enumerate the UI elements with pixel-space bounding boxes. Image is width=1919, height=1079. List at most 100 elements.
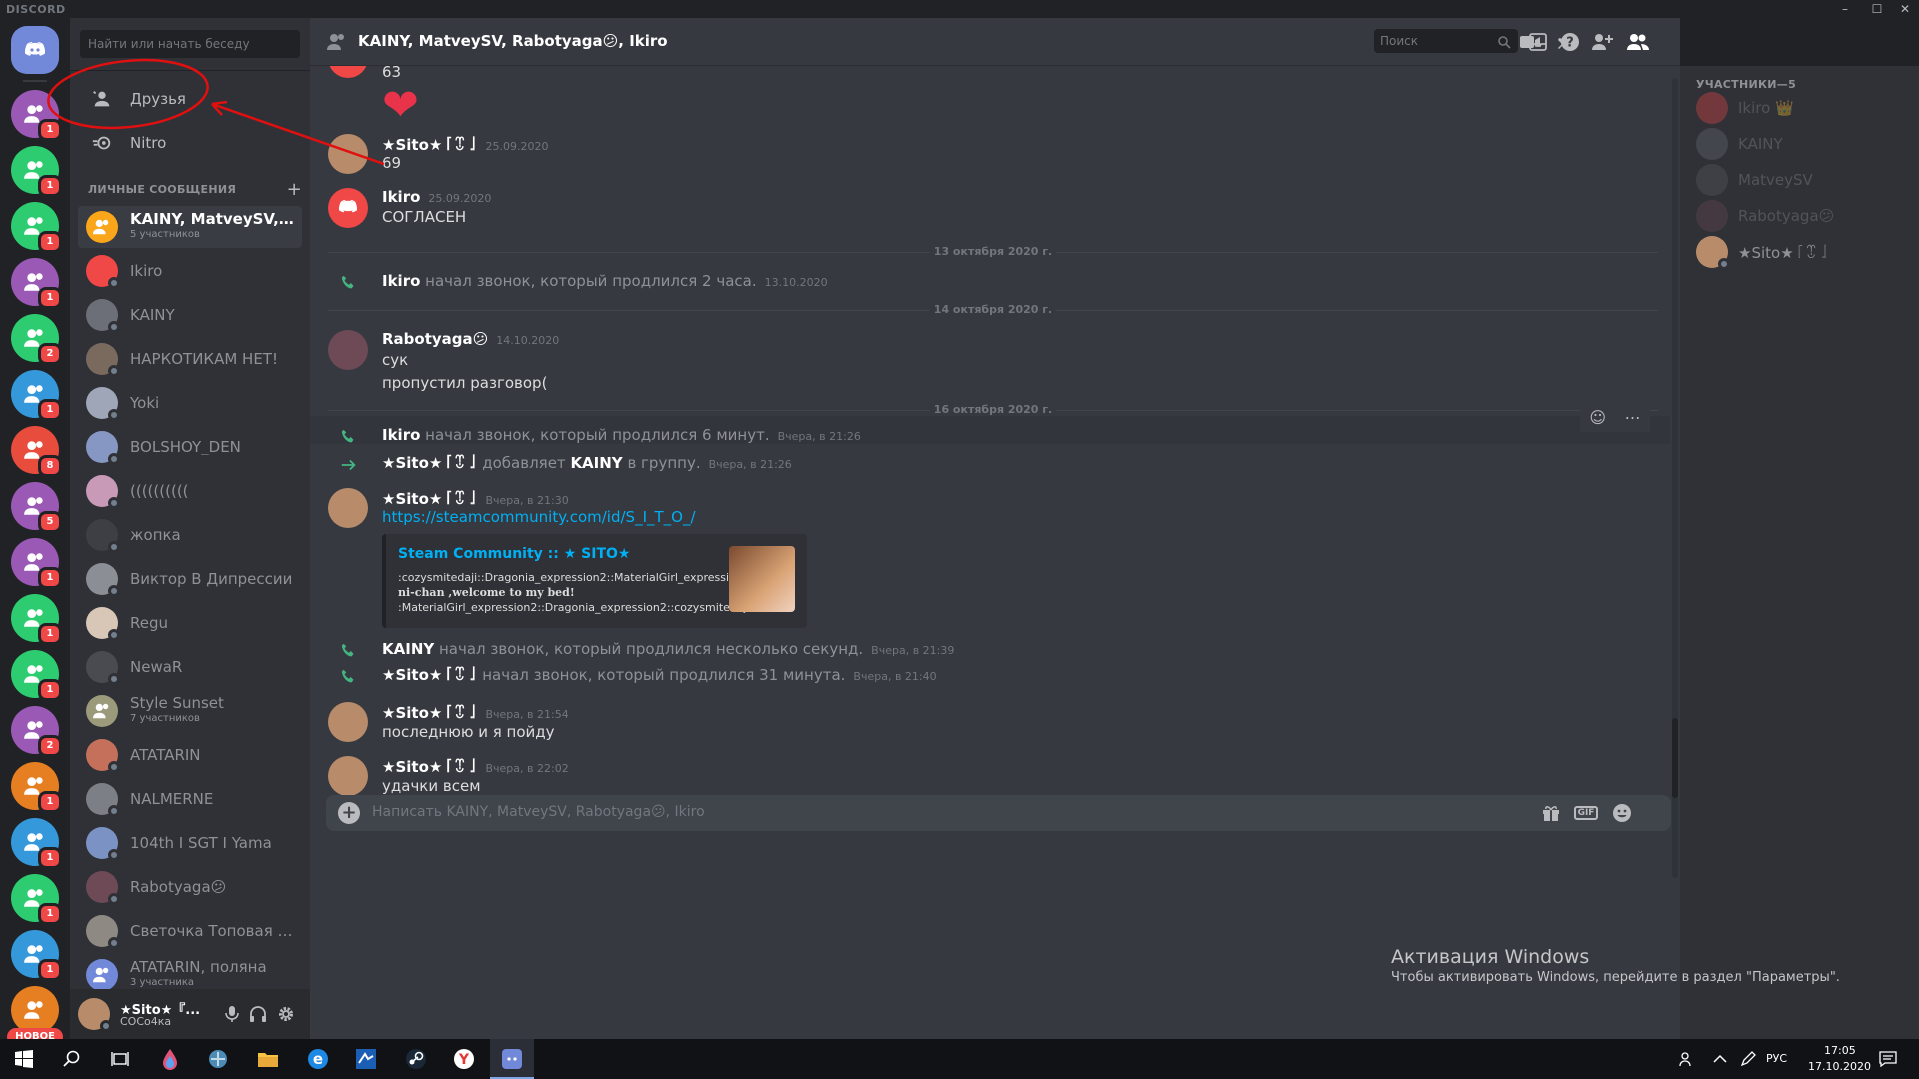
clock-time[interactable]: 17:05: [1824, 1044, 1856, 1057]
chevron-up-icon[interactable]: [1708, 1047, 1732, 1071]
message-author[interactable]: ★Sito★『ꀪ』 25.09.2020: [382, 134, 548, 154]
dm-item[interactable]: 104th I SGT I Yama: [78, 822, 302, 864]
input-language[interactable]: РУС: [1766, 1052, 1787, 1065]
message-avatar[interactable]: [328, 66, 368, 78]
settings-gear-icon[interactable]: [276, 1004, 296, 1024]
message-avatar[interactable]: [328, 488, 368, 528]
server-icon[interactable]: 2: [11, 706, 62, 757]
windows-start-icon[interactable]: [12, 1047, 36, 1071]
server-icon[interactable]: 8: [11, 426, 62, 477]
dm-item[interactable]: Ikiro: [78, 250, 302, 292]
member-list-icon[interactable]: [1626, 30, 1650, 54]
server-icon[interactable]: 1: [11, 594, 62, 645]
message-author[interactable]: ★Sito★『ꀪ』 Вчера, в 21:30: [382, 488, 569, 508]
message-composer[interactable]: + Написать KAINY, MatveySV, Rabotyaga😕, …: [326, 795, 1671, 831]
new-badge[interactable]: НОВОЕ: [7, 1028, 63, 1039]
server-icon[interactable]: 2: [11, 314, 62, 365]
server-icon[interactable]: 1: [11, 370, 62, 421]
message-avatar[interactable]: [328, 188, 368, 228]
store-app-icon[interactable]: [354, 1047, 378, 1071]
dm-item[interactable]: KAINY: [78, 294, 302, 336]
server-icon[interactable]: 1: [11, 930, 62, 981]
member-item[interactable]: Rabotyaga😕: [1688, 196, 1912, 236]
clock-date[interactable]: 17.10.2020: [1808, 1060, 1871, 1073]
dm-item[interactable]: ATATARIN: [78, 734, 302, 776]
close-button[interactable]: ✕: [1891, 0, 1919, 18]
message-avatar[interactable]: [328, 330, 368, 370]
server-icon[interactable]: 1: [11, 202, 62, 253]
server-icon[interactable]: 1: [11, 146, 62, 197]
gif-button[interactable]: GIF: [1573, 801, 1599, 825]
message-author[interactable]: Rabotyaga😕 14.10.2020: [382, 330, 559, 348]
microphone-icon[interactable]: [222, 1004, 242, 1024]
minimize-button[interactable]: –: [1831, 0, 1859, 18]
headphones-icon[interactable]: [248, 1004, 268, 1024]
dm-item[interactable]: Виктор В Дипрессии: [78, 558, 302, 600]
member-item[interactable]: ★Sito★『ꀪ』: [1688, 232, 1912, 272]
pen-icon[interactable]: [1736, 1047, 1760, 1071]
discord-taskbar-icon[interactable]: [500, 1047, 524, 1071]
help-icon[interactable]: ?: [1558, 30, 1582, 54]
dm-item[interactable]: Regu: [78, 602, 302, 644]
dm-item[interactable]: Yoki: [78, 382, 302, 424]
nav-friends[interactable]: Друзья: [78, 78, 302, 120]
inbox-icon[interactable]: [1526, 30, 1550, 54]
message-avatar[interactable]: [328, 756, 368, 796]
maximize-button[interactable]: ☐: [1863, 0, 1891, 18]
paint-3d-icon[interactable]: [158, 1047, 182, 1071]
yandex-browser-icon[interactable]: Y: [452, 1047, 476, 1071]
message-avatar[interactable]: [328, 702, 368, 742]
message-author[interactable]: Ikiro 25.09.2020: [382, 188, 491, 206]
header-search-input[interactable]: Поиск: [1374, 29, 1518, 53]
server-icon[interactable]: 1: [11, 874, 62, 925]
add-reaction-icon[interactable]: ☺: [1589, 408, 1606, 427]
dm-item[interactable]: KAINY, MatveySV, R... 5 участников: [78, 206, 302, 248]
message-link[interactable]: https://steamcommunity.com/id/S_I_T_O_/: [382, 508, 696, 526]
more-options-icon[interactable]: ⋯: [1625, 408, 1641, 427]
member-item[interactable]: Ikiro 👑: [1688, 88, 1912, 128]
user-avatar[interactable]: [78, 998, 112, 1032]
embed-title[interactable]: Steam Community :: ★ SITO★: [398, 546, 630, 562]
server-icon[interactable]: 1: [11, 818, 62, 869]
server-icon[interactable]: 1: [11, 258, 62, 309]
dm-item[interactable]: Style Sunset 7 участников: [78, 690, 302, 732]
upload-plus-icon[interactable]: +: [338, 802, 360, 824]
dm-item[interactable]: NALMERNE: [78, 778, 302, 820]
message-avatar[interactable]: [328, 134, 368, 174]
dm-item[interactable]: BOLSHOY_DEN: [78, 426, 302, 468]
dm-item[interactable]: ((((((((((: [78, 470, 302, 512]
server-icon[interactable]: [11, 986, 59, 1034]
dm-search-input[interactable]: Найти или начать беседу: [80, 30, 300, 58]
message-author[interactable]: ★Sito★『ꀪ』 Вчера, в 21:54: [382, 702, 569, 722]
dm-item[interactable]: Светочка Топовая Т...: [78, 910, 302, 952]
nav-nitro[interactable]: Nitro: [78, 122, 302, 164]
scrollbar-thumb[interactable]: [1672, 718, 1678, 798]
dm-item[interactable]: NewaR: [78, 646, 302, 688]
server-icon[interactable]: 1: [11, 762, 62, 813]
home-button[interactable]: [11, 26, 59, 74]
add-friend-icon[interactable]: [1590, 30, 1614, 54]
dm-item[interactable]: жопка: [78, 514, 302, 556]
emoji-icon[interactable]: [1610, 801, 1634, 825]
gift-icon[interactable]: [1539, 801, 1563, 825]
dm-item[interactable]: НАРКОТИКАМ НЕТ!: [78, 338, 302, 380]
task-view-icon[interactable]: [108, 1047, 132, 1071]
dm-item[interactable]: Rabotyaga😕: [78, 866, 302, 908]
message-author[interactable]: ★Sito★『ꀪ』 Вчера, в 22:02: [382, 756, 569, 776]
notification-center-icon[interactable]: [1876, 1047, 1900, 1071]
create-dm-button[interactable]: +: [287, 179, 302, 200]
server-icon[interactable]: 5: [11, 482, 62, 533]
people-icon[interactable]: [1676, 1047, 1700, 1071]
search-icon[interactable]: [60, 1047, 84, 1071]
member-item[interactable]: MatveySV: [1688, 160, 1912, 200]
game-app-icon[interactable]: [206, 1047, 230, 1071]
dm-avatar: [86, 871, 120, 905]
edge-browser-icon[interactable]: e: [306, 1047, 330, 1071]
server-icon[interactable]: 1: [11, 90, 62, 141]
steam-icon[interactable]: [404, 1047, 428, 1071]
server-icon[interactable]: 1: [11, 538, 62, 589]
server-icon[interactable]: 1: [11, 650, 62, 701]
embed-thumbnail[interactable]: [729, 546, 795, 612]
file-explorer-icon[interactable]: [256, 1047, 280, 1071]
member-item[interactable]: KAINY: [1688, 124, 1912, 164]
